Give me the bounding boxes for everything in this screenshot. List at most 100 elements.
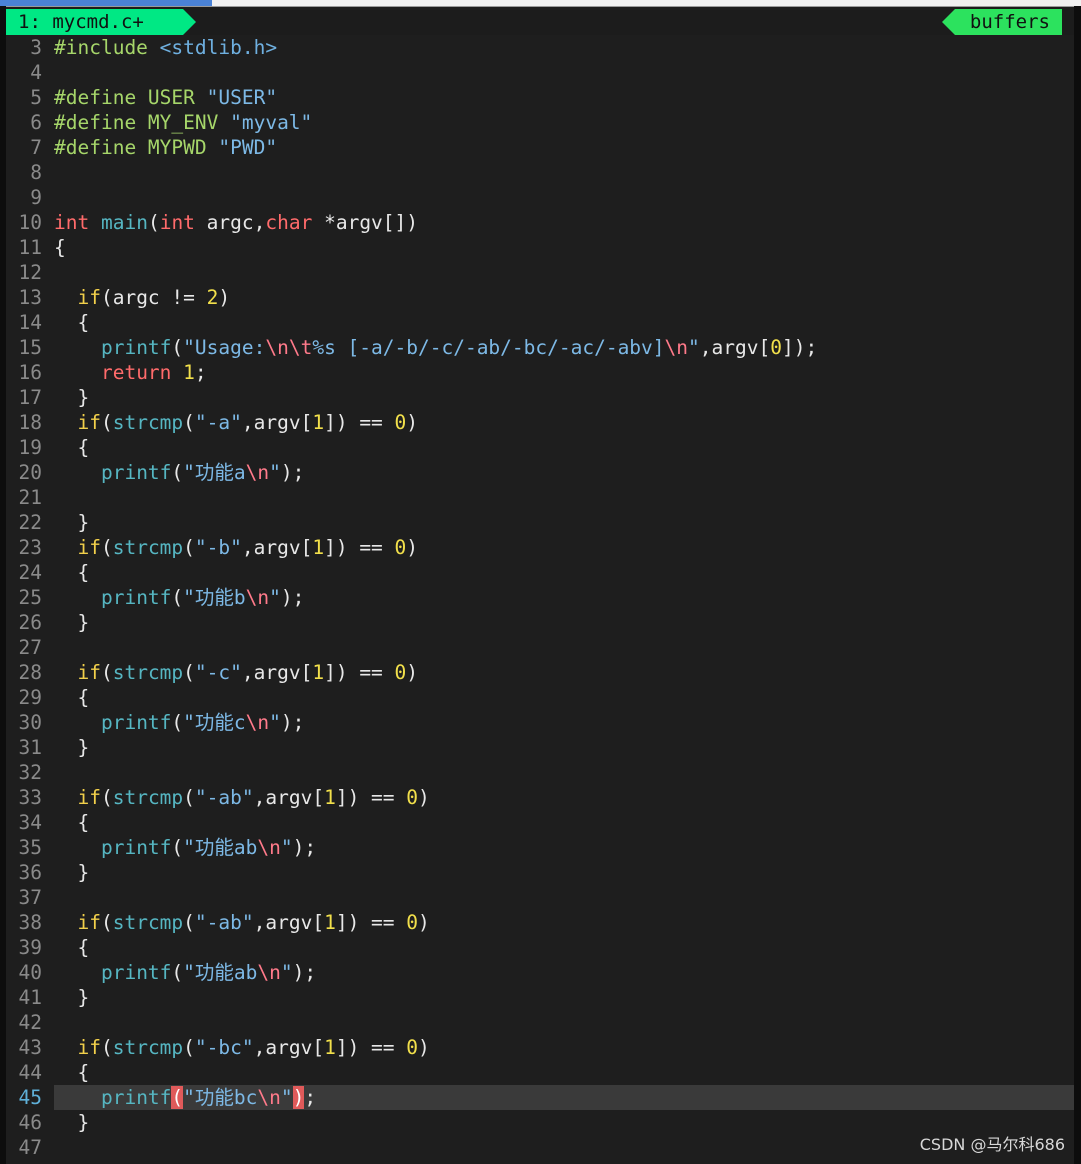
window-top-strip <box>0 0 1081 7</box>
code-line[interactable]: 21 <box>6 485 1074 510</box>
code-token: (argc != <box>100 286 207 309</box>
code-text: return 1; <box>54 360 1074 385</box>
code-line[interactable]: 43 if(strcmp("-bc",argv[1]) == 0) <box>6 1035 1074 1060</box>
code-line[interactable]: 8 <box>6 160 1074 185</box>
code-token: ]) == <box>324 536 395 559</box>
code-token: { <box>54 236 66 259</box>
code-line[interactable]: 32 <box>6 760 1074 785</box>
code-token: \n <box>257 961 281 984</box>
code-token: "-c" <box>194 661 242 684</box>
code-text: { <box>54 935 1074 960</box>
line-number: 33 <box>18 786 42 809</box>
code-line[interactable]: 23 if(strcmp("-b",argv[1]) == 0) <box>6 535 1074 560</box>
code-token: ,argv[ <box>241 536 313 559</box>
code-token: \n <box>245 586 270 609</box>
code-line[interactable]: 9 <box>6 185 1074 210</box>
line-number: 21 <box>18 486 42 509</box>
code-token: \n\t <box>265 336 313 359</box>
code-line[interactable]: 38 if(strcmp("-ab",argv[1]) == 0) <box>6 910 1074 935</box>
code-line[interactable]: 5 #define USER "USER" <box>6 85 1074 110</box>
code-line[interactable]: 6 #define MY_ENV "myval" <box>6 110 1074 135</box>
code-token: ( <box>100 786 113 809</box>
code-text: if(strcmp("-a",argv[1]) == 0) <box>54 410 1074 435</box>
code-line[interactable]: 16 return 1; <box>6 360 1074 385</box>
code-line[interactable]: 35 printf("功能ab\n"); <box>6 835 1074 860</box>
code-token: ( <box>171 461 184 484</box>
active-window-indicator <box>0 0 212 6</box>
code-token: "功能bc <box>183 1086 258 1109</box>
code-line[interactable]: 18 if(strcmp("-a",argv[1]) == 0) <box>6 410 1074 435</box>
code-token: ; <box>304 1086 317 1109</box>
code-line[interactable]: 30 printf("功能c\n"); <box>6 710 1074 735</box>
line-number: 20 <box>18 461 42 484</box>
code-line[interactable]: 41 } <box>6 985 1074 1010</box>
code-token: " <box>269 711 281 734</box>
code-text: { <box>54 235 1074 260</box>
cursor-line[interactable]: 45 printf("功能bc\n"); <box>6 1085 1074 1110</box>
code-text: { <box>54 435 1074 460</box>
code-token: } <box>54 386 90 409</box>
code-token: ]) == <box>324 411 395 434</box>
code-token: ); <box>292 961 317 984</box>
code-line[interactable]: 12 <box>6 260 1074 285</box>
code-line[interactable]: 24 { <box>6 560 1074 585</box>
code-token: 0 <box>406 786 419 809</box>
code-token: ); <box>292 836 317 859</box>
code-token: ( <box>183 911 195 934</box>
code-line[interactable]: 27 <box>6 635 1074 660</box>
code-line[interactable]: 10 int main(int argc,char *argv[]) <box>6 210 1074 235</box>
tab-mycmd[interactable]: 1: mycmd.c+ <box>6 9 196 35</box>
code-line[interactable]: 44 { <box>6 1060 1074 1085</box>
line-number: 29 <box>18 686 42 709</box>
code-line[interactable]: 20 printf("功能a\n"); <box>6 460 1074 485</box>
code-line[interactable]: 42 <box>6 1010 1074 1035</box>
code-line[interactable]: 33 if(strcmp("-ab",argv[1]) == 0) <box>6 785 1074 810</box>
line-number: 3 <box>30 36 42 59</box>
code-token: ( <box>100 661 113 684</box>
code-text: printf("功能a\n"); <box>54 460 1074 485</box>
code-line[interactable]: 3 #include <stdlib.h> <box>6 35 1074 60</box>
code-line[interactable]: 28 if(strcmp("-c",argv[1]) == 0) <box>6 660 1074 685</box>
code-token: ) <box>406 661 419 684</box>
code-line[interactable]: 40 printf("功能ab\n"); <box>6 960 1074 985</box>
line-number: 43 <box>18 1036 42 1059</box>
line-number: 40 <box>18 961 42 984</box>
code-line[interactable]: 13 if(argc != 2) <box>6 285 1074 310</box>
code-line[interactable]: 17 } <box>6 385 1074 410</box>
code-token: ) <box>406 411 419 434</box>
code-line[interactable]: 14 { <box>6 310 1074 335</box>
code-line[interactable]: 7 #define MYPWD "PWD" <box>6 135 1074 160</box>
code-line[interactable]: 47 <box>6 1135 1074 1160</box>
code-line[interactable]: 34 { <box>6 810 1074 835</box>
code-token: } <box>54 736 90 759</box>
line-number: 6 <box>30 111 42 134</box>
code-token: { <box>54 561 90 584</box>
code-line[interactable]: 22 } <box>6 510 1074 535</box>
code-token: \n <box>664 336 689 359</box>
code-token: ]) == <box>335 911 407 934</box>
code-line[interactable]: 36 } <box>6 860 1074 885</box>
line-number: 37 <box>18 886 42 909</box>
line-number: 34 <box>18 811 42 834</box>
code-line[interactable]: 29 { <box>6 685 1074 710</box>
code-line[interactable]: 39 { <box>6 935 1074 960</box>
code-token: { <box>54 311 90 334</box>
code-line[interactable]: 37 <box>6 885 1074 910</box>
code-line[interactable]: 15 printf("Usage:\n\t%s [-a/-b/-c/-ab/-b… <box>6 335 1074 360</box>
line-number: 42 <box>18 1011 42 1034</box>
buffers-indicator[interactable]: buffers <box>942 9 1062 35</box>
code-line[interactable]: 4 <box>6 60 1074 85</box>
code-token: \n <box>245 461 270 484</box>
line-number: 10 <box>18 211 42 234</box>
code-token: ,argv[ <box>699 336 771 359</box>
code-line[interactable]: 31 } <box>6 735 1074 760</box>
code-editor[interactable]: 3 #include <stdlib.h> 4 5 #define USER "USER… <box>6 35 1074 1164</box>
code-line[interactable]: 11 { <box>6 235 1074 260</box>
code-line[interactable]: 19 { <box>6 435 1074 460</box>
code-line[interactable]: 26 } <box>6 610 1074 635</box>
code-line[interactable]: 25 printf("功能b\n"); <box>6 585 1074 610</box>
code-line[interactable]: 46 } <box>6 1110 1074 1135</box>
